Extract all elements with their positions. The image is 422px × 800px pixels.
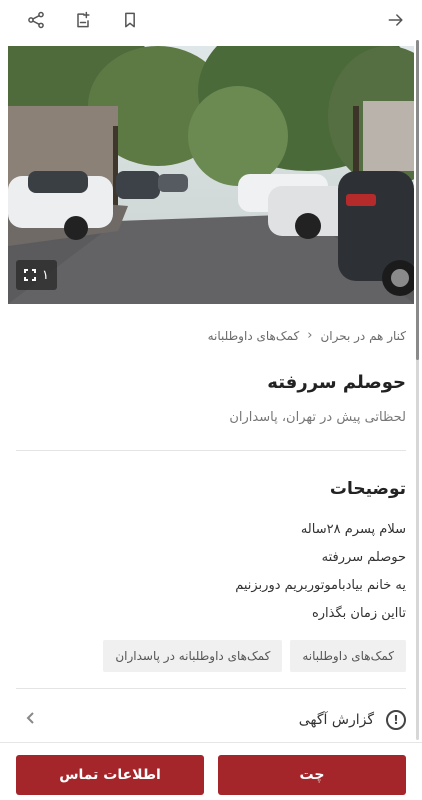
chat-button[interactable]: چت <box>218 755 406 795</box>
tag-volunteer[interactable]: کمک‌های داوطلبانه <box>290 640 406 672</box>
description-line: یه خانم بیادباموتوربریم دوربزنیم <box>235 578 406 593</box>
bookmark-icon[interactable] <box>118 8 142 32</box>
photo-counter-value: ۱ <box>42 267 49 283</box>
report-ad-row[interactable]: ! گزارش آگهی <box>16 700 406 740</box>
top-app-bar <box>0 0 422 40</box>
description-line: حوصلم سررفته <box>321 550 406 565</box>
listing-photo[interactable]: ۱ <box>8 46 414 304</box>
breadcrumb: کنار هم در بحران ‹ کمک‌های داوطلبانه <box>16 328 406 343</box>
arrow-right-icon[interactable] <box>384 8 408 32</box>
scrollbar-thumb[interactable] <box>416 40 419 360</box>
breadcrumb-item-volunteer[interactable]: کمک‌های داوطلبانه <box>208 329 300 343</box>
chevron-left-icon: ‹ <box>307 328 313 343</box>
description-line: تااین زمان بگذاره <box>311 606 406 621</box>
report-label: گزارش آگهی <box>298 712 374 728</box>
description-body: سلام پسرم ۲۸ساله حوصلم سررفته یه خانم بی… <box>235 516 406 628</box>
tag-list: کمک‌های داوطلبانه کمک‌های داوطلبانه در پ… <box>103 640 406 672</box>
note-add-icon[interactable] <box>71 8 95 32</box>
photo-counter[interactable]: ۱ <box>16 260 57 290</box>
expand-icon <box>24 269 36 281</box>
description-heading: توضیحات <box>329 479 406 499</box>
tag-volunteer-pasdaran[interactable]: کمک‌های داوطلبانه در پاسداران <box>103 640 283 672</box>
contact-info-button[interactable]: اطلاعات تماس <box>16 755 204 795</box>
description-line: سلام پسرم ۲۸ساله <box>300 522 406 537</box>
listing-title: حوصلم سررفته <box>267 372 406 393</box>
street-scene-image <box>8 46 414 304</box>
chevron-left-icon <box>22 710 38 730</box>
share-icon[interactable] <box>24 8 48 32</box>
divider <box>16 450 406 451</box>
bottom-action-bar: چت اطلاعات تماس <box>0 742 422 800</box>
alert-circle-icon: ! <box>386 710 406 730</box>
divider <box>16 688 406 689</box>
breadcrumb-item-crisis[interactable]: کنار هم در بحران <box>320 329 406 343</box>
listing-subtitle: لحظاتی پیش در تهران، پاسداران <box>229 410 406 425</box>
